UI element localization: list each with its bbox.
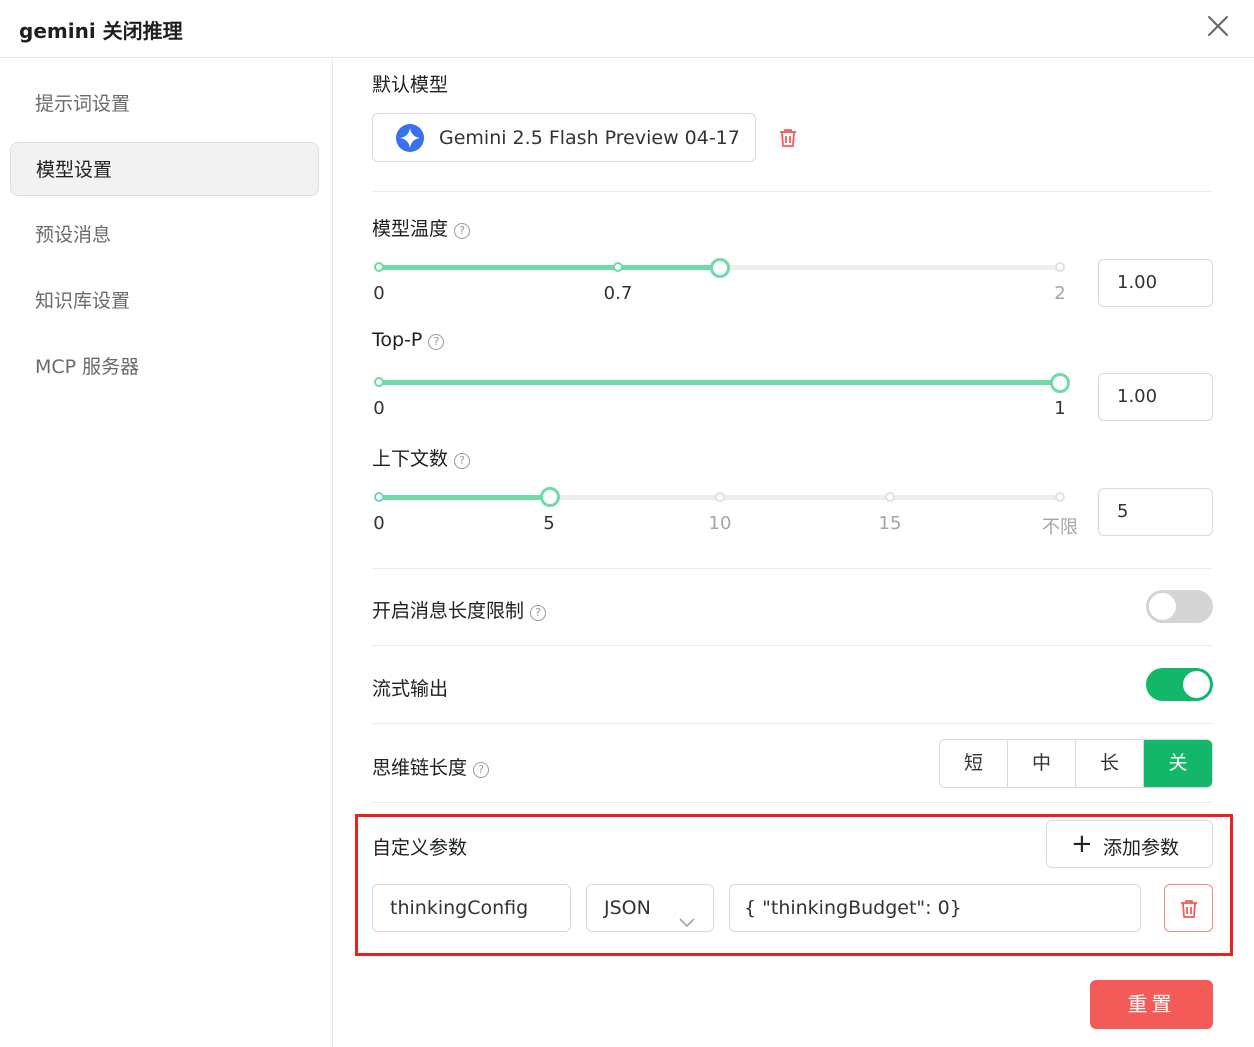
help-icon[interactable]: ? [530,605,547,621]
gemini-star-icon [396,124,424,156]
help-icon[interactable]: ? [428,334,445,350]
sidebar-item-mcp-servers[interactable]: MCP 服务器 [10,340,319,394]
delete-param-button[interactable] [1164,884,1213,932]
close-icon[interactable] [1203,11,1233,41]
length-limit-toggle[interactable] [1146,590,1213,623]
context-slider-fill [379,495,550,500]
toggle-knob [1183,671,1210,698]
slider-mark [613,262,623,272]
sidebar-item-knowledge-base[interactable]: 知识库设置 [10,274,319,328]
param-name-input[interactable]: thinkingConfig [372,884,571,932]
add-param-button[interactable]: + 添加参数 [1046,820,1213,868]
dialog-title: gemini 关闭推理 [19,19,183,43]
slider-mark [374,492,384,502]
reasoning-option-long[interactable]: 长 [1076,740,1144,787]
tick-label: 2 [1054,283,1066,304]
tick-label: 0.7 [603,283,633,304]
top-p-label: Top-P? [372,329,445,351]
temperature-slider-fill [379,265,720,270]
reasoning-option-off[interactable]: 关 [1144,740,1212,787]
tick-label: 1 [1054,398,1066,419]
slider-mark [1055,492,1065,502]
slider-mark [374,377,384,387]
help-icon[interactable]: ? [454,223,471,239]
model-name: Gemini 2.5 Flash Preview 04-17 [439,127,740,149]
slider-mark [885,492,895,502]
tick-label: 10 [708,513,732,534]
slider-mark [715,492,725,502]
top-p-input[interactable]: 1.00 [1098,373,1213,421]
toggle-knob [1149,593,1176,620]
trash-icon [1178,898,1200,924]
temperature-slider-handle[interactable] [710,258,730,278]
dialog-header: gemini 关闭推理 [0,0,1254,58]
help-icon[interactable]: ? [473,762,490,778]
divider [372,191,1213,192]
slider-mark [1055,262,1065,272]
sidebar-item-preset-messages[interactable]: 预设消息 [10,208,319,262]
tick-label: 15 [878,513,902,534]
context-count-label: 上下文数? [372,444,471,471]
trash-icon[interactable] [777,127,799,153]
param-value-input[interactable]: { "thinkingBudget": 0} [729,884,1141,932]
param-type-select[interactable]: JSON [586,884,714,932]
tick-label: 5 [543,513,555,534]
sidebar-item-prompt-settings[interactable]: 提示词设置 [10,77,319,131]
model-settings-panel: 默认模型 Gemini 2.5 Flash Preview 04-17 模型温度… [334,59,1254,1047]
tick-label: 不限 [1042,517,1078,538]
context-count-label-text: 上下文数 [372,448,449,470]
reset-button[interactable]: 重置 [1090,980,1213,1029]
context-count-input[interactable]: 5 [1098,488,1213,536]
sidebar-item-model-settings[interactable]: 模型设置 [10,142,319,196]
custom-params-label: 自定义参数 [372,837,468,859]
tick-label: 0 [373,283,385,304]
top-p-label-text: Top-P [372,329,423,351]
model-selector[interactable]: Gemini 2.5 Flash Preview 04-17 [372,113,756,162]
divider [372,723,1213,724]
reasoning-option-short[interactable]: 短 [940,740,1008,787]
chevron-down-icon [679,900,695,931]
temperature-input[interactable]: 1.00 [1098,259,1213,307]
divider [372,802,1213,803]
tick-label: 0 [373,513,385,534]
reasoning-length-label: 思维链长度? [372,753,490,780]
tick-label: 0 [373,398,385,419]
divider [372,645,1213,646]
divider [372,568,1213,569]
stream-output-label: 流式输出 [372,678,449,700]
context-slider-handle[interactable] [540,487,560,507]
reasoning-length-segmented: 短 中 长 关 [939,739,1213,788]
temperature-label: 模型温度? [372,214,471,241]
help-icon[interactable]: ? [454,453,471,469]
slider-mark [374,262,384,272]
reasoning-option-medium[interactable]: 中 [1008,740,1076,787]
length-limit-label: 开启消息长度限制? [372,596,547,623]
top-p-slider-fill [379,380,1061,385]
reasoning-length-label-text: 思维链长度 [372,757,468,779]
param-type-value: JSON [604,897,651,919]
settings-sidebar: 提示词设置 模型设置 预设消息 知识库设置 MCP 服务器 [0,59,333,1047]
default-model-label: 默认模型 [372,74,449,96]
top-p-slider-handle[interactable] [1050,373,1070,393]
stream-output-toggle[interactable] [1146,668,1213,701]
temperature-label-text: 模型温度 [372,218,449,240]
plus-icon: + [1071,829,1093,859]
length-limit-label-text: 开启消息长度限制 [372,600,525,622]
add-param-label: 添加参数 [1103,837,1180,859]
